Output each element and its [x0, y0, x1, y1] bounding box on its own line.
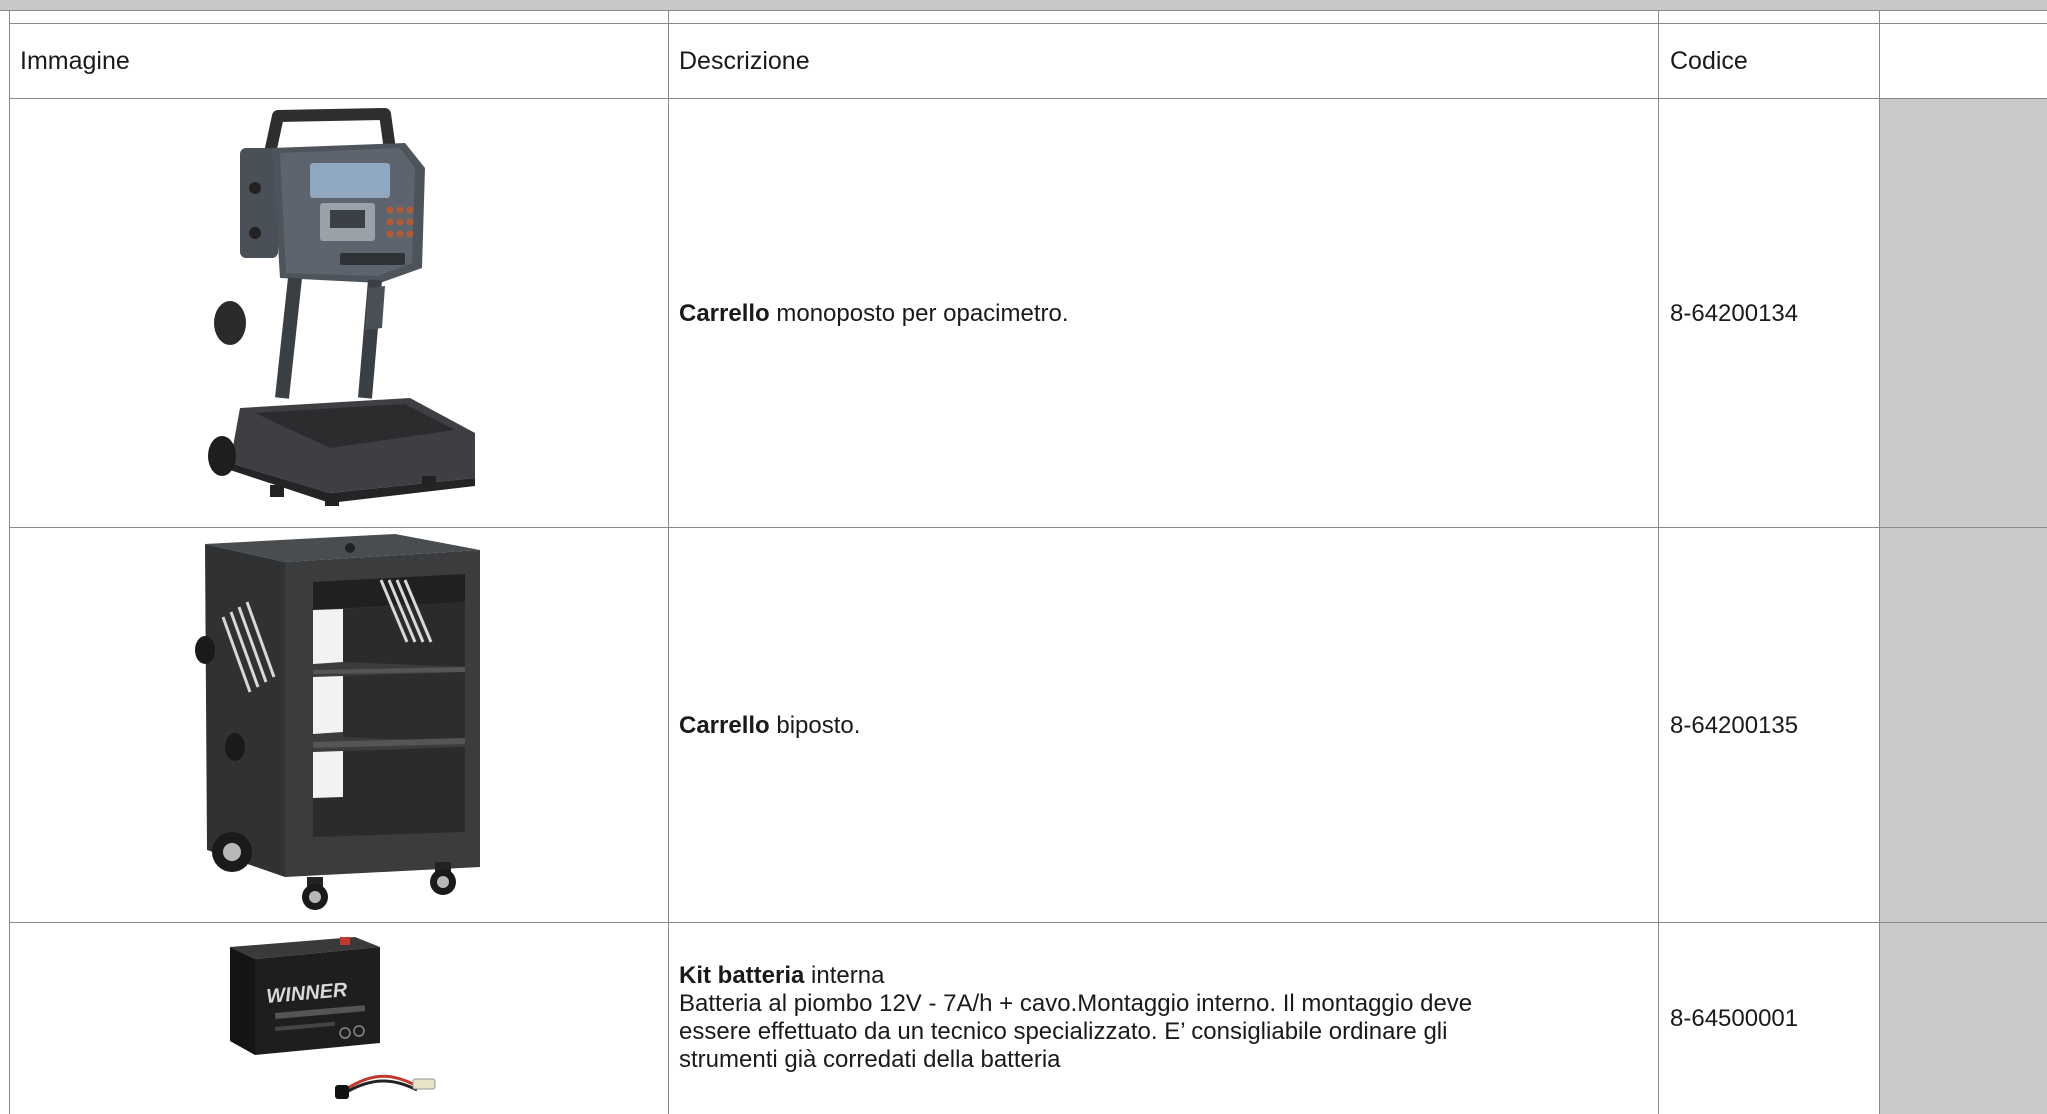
row1-description: Carrello monoposto per opacimetro.: [679, 300, 1069, 328]
row3-desc-line1: Kit batteria interna: [679, 962, 1649, 990]
row-divider: [9, 922, 2047, 923]
row2-desc-bold: Carrello: [679, 712, 770, 739]
row1-desc-rest: monoposto per opacimetro.: [769, 300, 1069, 327]
two-place-cart-image: [195, 534, 480, 910]
header-descrizione: Descrizione: [679, 47, 810, 75]
row3-desc-line3: essere effettuato da un tecnico speciali…: [679, 1018, 1448, 1045]
row3-desc-rest: interna: [804, 962, 885, 989]
row-divider: [9, 98, 2047, 99]
row3-code: 8-64500001: [1670, 1005, 1799, 1032]
header-immagine: Immagine: [20, 47, 130, 75]
col-divider: [9, 10, 10, 1114]
col-divider: [1658, 10, 1659, 1114]
row3-desc-line4: strumenti già corredati della batteria: [679, 1046, 1061, 1073]
row2-code: 8-64200135: [1670, 712, 1799, 739]
battery-kit-image: WINNER: [230, 937, 436, 1099]
row-divider: [9, 23, 2047, 24]
row-divider: [9, 527, 2047, 528]
gray-cell-row3: [1880, 923, 2047, 1114]
row3-desc-line2: Batteria al piombo 12V - 7A/h + cavo.Mon…: [679, 990, 1473, 1017]
row3-description: Kit batteria interna Batteria al piombo …: [679, 962, 1649, 1074]
product-table: Immagine Descrizione Codice Carrello mon…: [0, 0, 2047, 1114]
gray-cell-row1: [1880, 99, 2047, 527]
row2-desc-rest: biposto.: [769, 712, 861, 739]
row1-code: 8-64200134: [1670, 300, 1799, 327]
row2-description: Carrello biposto.: [679, 712, 860, 740]
opacimeter-cart-image: [208, 108, 475, 506]
gray-cell-row2: [1880, 528, 2047, 922]
col-divider: [1879, 10, 1880, 1114]
row3-desc-bold: Kit batteria: [679, 962, 805, 989]
header-codice: Codice: [1670, 47, 1748, 75]
row1-desc-bold: Carrello: [679, 300, 770, 327]
col-divider: [668, 10, 669, 1114]
